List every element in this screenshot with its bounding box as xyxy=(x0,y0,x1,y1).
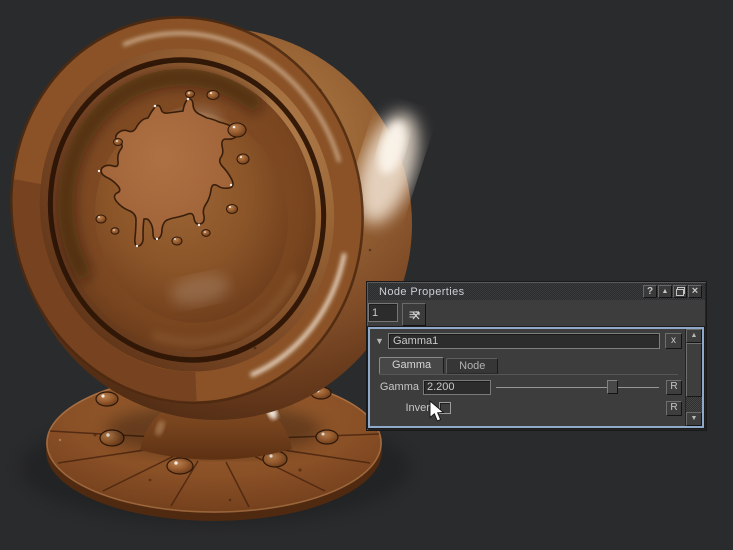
help-icon: ? xyxy=(647,287,653,297)
invert-checkbox[interactable] xyxy=(439,402,451,414)
node-name-input[interactable] xyxy=(388,333,660,349)
node-header: ▼ x xyxy=(375,332,682,350)
restore-button[interactable] xyxy=(673,285,687,298)
tab-gamma[interactable]: Gamma xyxy=(379,357,444,374)
help-button[interactable]: ? xyxy=(643,285,657,298)
gamma-value-input[interactable] xyxy=(423,380,491,395)
titlebar-icons: ? ▲ × xyxy=(643,285,702,298)
scroll-down-button[interactable]: ▼ xyxy=(686,412,702,426)
invert-label: Invert xyxy=(375,402,433,414)
close-button[interactable]: × xyxy=(688,285,702,298)
node-properties-window: Node Properties ? ▲ × xyxy=(366,281,707,431)
material-preview xyxy=(0,0,733,550)
slider-handle[interactable] xyxy=(607,380,618,394)
scrollbar-thumb[interactable] xyxy=(686,343,702,397)
tab-node[interactable]: Node xyxy=(446,358,498,374)
property-content: ▼ x Gamma Node Gamma R Invert xyxy=(370,329,685,426)
window-title: Node Properties xyxy=(379,286,465,298)
gamma-label: Gamma xyxy=(375,381,419,393)
gamma-reset-button[interactable]: R xyxy=(666,380,682,395)
scroll-down-icon: ▼ xyxy=(691,415,698,422)
minimize-button[interactable]: ▲ xyxy=(658,285,672,298)
invert-reset-button[interactable]: R xyxy=(666,401,682,416)
minimize-icon: ▲ xyxy=(662,288,669,295)
restore-icon xyxy=(676,287,685,296)
gamma-slider[interactable] xyxy=(496,379,659,395)
remove-node-button[interactable]: x xyxy=(665,333,682,349)
recycle-icon xyxy=(408,308,421,321)
invert-row: Invert R xyxy=(375,399,682,417)
slider-track[interactable] xyxy=(496,387,659,388)
property-frame: ▼ x Gamma Node Gamma R Invert xyxy=(368,327,704,428)
close-icon: × xyxy=(692,287,698,296)
gamma-row: Gamma R xyxy=(375,378,682,396)
titlebar[interactable]: Node Properties ? ▲ × xyxy=(368,283,705,300)
scroll-up-button[interactable]: ▲ xyxy=(686,329,702,343)
recycle-button[interactable] xyxy=(402,303,426,326)
counter-input[interactable] xyxy=(368,303,398,322)
collapse-arrow-icon[interactable]: ▼ xyxy=(375,336,388,346)
vertical-scrollbar[interactable]: ▲ ▼ xyxy=(685,329,702,426)
tab-bar: Gamma Node xyxy=(379,358,678,375)
toolbar xyxy=(367,300,706,326)
scrollbar-track[interactable] xyxy=(686,343,702,412)
scroll-up-icon: ▲ xyxy=(691,332,698,339)
